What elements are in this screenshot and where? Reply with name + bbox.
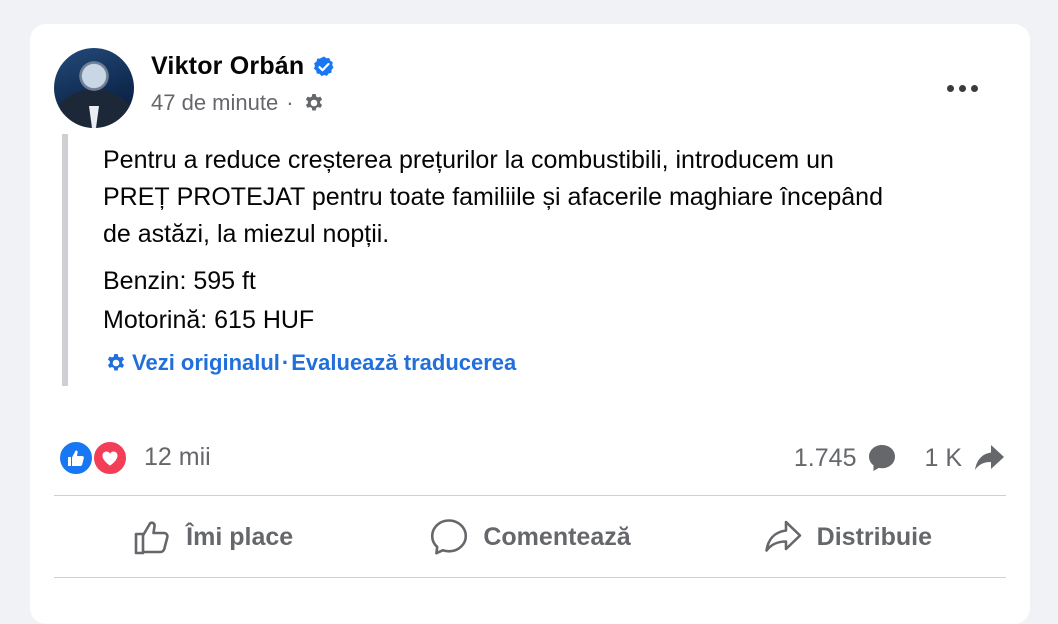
- post-text: Pentru a reduce creșterea prețurilor la …: [103, 142, 1003, 349]
- share-button[interactable]: Distribuie: [689, 497, 1006, 577]
- verified-badge-icon: [314, 56, 334, 76]
- translated-post-block: Pentru a reduce creșterea prețurilor la …: [62, 134, 982, 386]
- share-button-label: Distribuie: [816, 522, 932, 551]
- comment-button[interactable]: Comentează: [371, 497, 688, 577]
- post-text-line: Pentru a reduce creșterea prețurilor la …: [103, 146, 834, 174]
- post-header: Viktor Orbán 47 de minute ·: [54, 48, 1006, 128]
- post-stats: 12 mii 1.745 1 K: [58, 438, 1006, 478]
- translate-gear-icon: [107, 354, 125, 371]
- divider: [54, 495, 1006, 496]
- action-bar: Îmi place Comentează Distribuie: [54, 497, 1006, 577]
- comment-count: 1.745: [793, 443, 857, 472]
- like-reaction-icon: [58, 440, 94, 476]
- author-name[interactable]: Viktor Orbán: [151, 52, 304, 81]
- link-separator: ·: [281, 350, 290, 375]
- comment-button-label: Comentează: [483, 522, 631, 551]
- share-icon: [764, 520, 801, 552]
- more-icon: [946, 84, 954, 92]
- translation-links: Vezi originalul · Evaluează traducerea: [104, 350, 516, 376]
- gear-icon[interactable]: [302, 91, 326, 115]
- post-text-line: de astăzi, la miezul nopții.: [103, 220, 390, 248]
- avatar[interactable]: [54, 48, 134, 128]
- price-benzin: Benzin: 595 ft: [103, 267, 256, 295]
- thumbs-up-icon: [134, 521, 169, 555]
- post-text-line: PREȚ PROTEJAT pentru toate familiile și …: [103, 183, 883, 211]
- comment-bubble-icon: [869, 445, 896, 471]
- divider: [54, 577, 1006, 578]
- reaction-count[interactable]: 12 mii: [144, 443, 211, 472]
- engagement-counts: 1.745 1 K: [794, 442, 1006, 474]
- share-count: 1 K: [924, 443, 962, 472]
- comment-count-button[interactable]: 1.745: [794, 442, 899, 474]
- share-arrow-icon: [975, 445, 1004, 470]
- share-count-button[interactable]: 1 K: [924, 442, 1006, 474]
- price-motorina: Motorină: 615 HUF: [103, 306, 315, 334]
- like-button-label: Îmi place: [186, 522, 294, 551]
- more-options-button[interactable]: [942, 74, 982, 102]
- post-meta: 47 de minute ·: [151, 90, 326, 116]
- love-reaction-icon: [92, 440, 128, 476]
- see-original-link[interactable]: Vezi originalul: [132, 350, 280, 376]
- like-button[interactable]: Îmi place: [54, 497, 371, 577]
- rate-translation-link[interactable]: Evaluează traducerea: [291, 350, 516, 376]
- post-timestamp[interactable]: 47 de minute: [151, 90, 278, 116]
- post-card: Viktor Orbán 47 de minute · Pentru a red…: [30, 24, 1030, 624]
- author-row: Viktor Orbán: [151, 52, 336, 81]
- comment-icon: [431, 519, 468, 555]
- meta-separator: ·: [286, 90, 294, 115]
- reaction-icons[interactable]: [58, 440, 134, 476]
